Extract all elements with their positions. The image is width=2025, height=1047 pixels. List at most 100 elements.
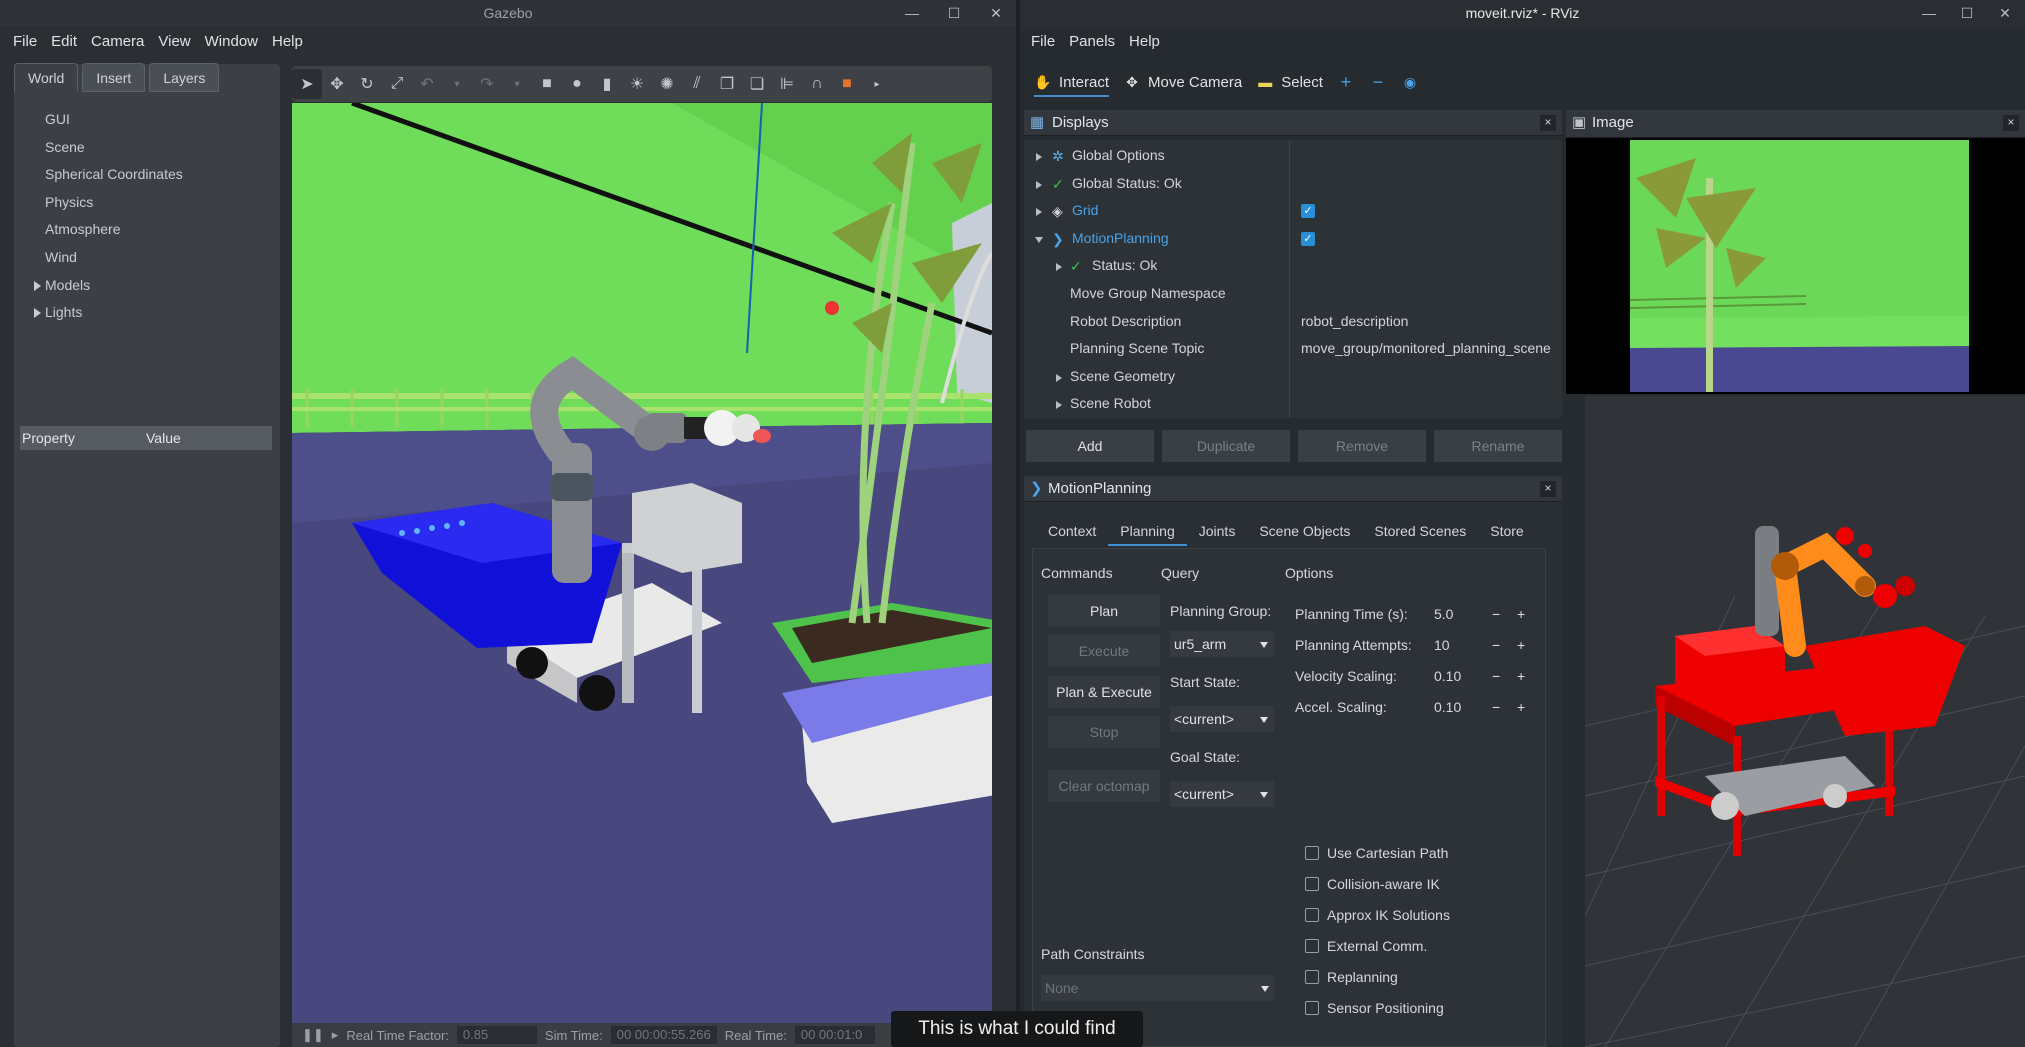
redo-dropdown-icon[interactable]: ▾: [502, 69, 532, 99]
tree-item-spherical-coordinates[interactable]: Spherical Coordinates: [34, 161, 183, 189]
menu-file[interactable]: File: [6, 33, 44, 50]
increment-icon[interactable]: +: [1517, 665, 1525, 687]
display-row-status[interactable]: ✓ Status: Ok: [1024, 252, 1562, 280]
select-tool[interactable]: ▬ Select: [1256, 73, 1323, 91]
scale-icon[interactable]: ⤢: [382, 69, 412, 99]
display-row-move-group-namespace[interactable]: Move Group Namespace: [1024, 280, 1562, 308]
snap-icon[interactable]: ∩: [802, 69, 832, 99]
maximize-icon[interactable]: ☐: [934, 0, 974, 26]
redo-icon[interactable]: ↷: [472, 69, 502, 99]
velocity-scaling-input[interactable]: 0.10: [1430, 665, 1488, 687]
minimize-icon[interactable]: —: [892, 0, 932, 26]
stop-button[interactable]: Stop: [1048, 716, 1160, 748]
planning-attempts-input[interactable]: 10: [1430, 634, 1488, 656]
close-icon[interactable]: ×: [1540, 115, 1556, 131]
menu-help[interactable]: Help: [1122, 33, 1167, 50]
tab-scene-objects[interactable]: Scene Objects: [1247, 516, 1362, 546]
close-icon[interactable]: ✕: [976, 0, 1016, 26]
plan-button[interactable]: Plan: [1048, 595, 1160, 627]
tree-item-physics[interactable]: Physics: [34, 189, 183, 217]
move-camera-tool[interactable]: ✥ Move Camera: [1123, 73, 1242, 91]
align-icon[interactable]: ⊫: [772, 69, 802, 99]
decrement-icon[interactable]: −: [1492, 603, 1500, 625]
menu-view[interactable]: View: [151, 33, 197, 50]
view-tool-button[interactable]: ◉: [1401, 73, 1419, 91]
motionplanning-enabled-checkbox[interactable]: ✓: [1301, 231, 1315, 246]
tab-joints[interactable]: Joints: [1187, 516, 1248, 546]
interact-tool[interactable]: ✋ Interact: [1034, 73, 1110, 97]
tree-item-wind[interactable]: Wind: [34, 244, 183, 272]
paste-icon[interactable]: ❏: [742, 69, 772, 99]
plan-and-execute-button[interactable]: Plan & Execute: [1048, 676, 1160, 708]
execute-button[interactable]: Execute: [1048, 635, 1160, 667]
display-value[interactable]: robot_description: [1301, 308, 1408, 336]
decrement-icon[interactable]: −: [1492, 696, 1500, 718]
display-value[interactable]: move_group/monitored_planning_scene: [1301, 335, 1551, 363]
decrement-icon[interactable]: −: [1492, 634, 1500, 656]
display-row-motionplanning[interactable]: ❯ MotionPlanning ✓: [1024, 225, 1562, 253]
undo-icon[interactable]: ↶: [412, 69, 442, 99]
rename-button[interactable]: Rename: [1434, 430, 1562, 462]
translate-icon[interactable]: ✥: [322, 69, 352, 99]
menu-edit[interactable]: Edit: [44, 33, 84, 50]
decrement-icon[interactable]: −: [1492, 665, 1500, 687]
menu-camera[interactable]: Camera: [84, 33, 151, 50]
menu-window[interactable]: Window: [198, 33, 265, 50]
close-icon[interactable]: ×: [2003, 115, 2019, 131]
remove-tool-button[interactable]: −: [1369, 72, 1387, 92]
tree-item-scene[interactable]: Scene: [34, 134, 183, 162]
remove-button[interactable]: Remove: [1298, 430, 1426, 462]
accel-scaling-input[interactable]: 0.10: [1430, 696, 1488, 718]
path-constraints-select[interactable]: None: [1041, 975, 1275, 1001]
display-row-global-status[interactable]: ✓ Global Status: Ok: [1024, 170, 1562, 198]
tab-context[interactable]: Context: [1036, 516, 1108, 546]
cylinder-icon[interactable]: ▮: [592, 69, 622, 99]
tab-stored-states[interactable]: Store: [1478, 516, 1535, 546]
clear-octomap-button[interactable]: Clear octomap: [1048, 770, 1160, 802]
minimize-icon[interactable]: —: [1909, 0, 1949, 26]
box-icon[interactable]: ■: [532, 69, 562, 99]
directional-light-icon[interactable]: ⫽: [682, 69, 712, 99]
close-icon[interactable]: ×: [1540, 481, 1556, 497]
tree-item-atmosphere[interactable]: Atmosphere: [34, 216, 183, 244]
menu-file[interactable]: File: [1024, 33, 1062, 50]
select-arrow-icon[interactable]: ➤: [292, 69, 322, 99]
increment-icon[interactable]: +: [1517, 696, 1525, 718]
tree-item-lights[interactable]: Lights: [34, 299, 183, 327]
display-row-robot-description[interactable]: Robot Description robot_description: [1024, 308, 1562, 336]
increment-icon[interactable]: +: [1517, 634, 1525, 656]
planning-time-input[interactable]: 5.0: [1430, 603, 1488, 625]
undo-dropdown-icon[interactable]: ▾: [442, 69, 472, 99]
pause-icon[interactable]: ❚❚: [302, 1027, 324, 1043]
add-button[interactable]: Add: [1026, 430, 1154, 462]
tree-item-models[interactable]: Models: [34, 272, 183, 300]
rotate-icon[interactable]: ↻: [352, 69, 382, 99]
orange-box-icon[interactable]: ■: [832, 69, 862, 99]
duplicate-button[interactable]: Duplicate: [1162, 430, 1290, 462]
copy-icon[interactable]: ❐: [712, 69, 742, 99]
menu-help[interactable]: Help: [265, 33, 310, 50]
increment-icon[interactable]: +: [1517, 603, 1525, 625]
rviz-3d-view[interactable]: [1584, 396, 2025, 1047]
grid-enabled-checkbox[interactable]: ✓: [1301, 204, 1315, 219]
maximize-icon[interactable]: ☐: [1947, 0, 1987, 26]
gazebo-3d-viewport[interactable]: [292, 103, 992, 1023]
tab-stored-scenes[interactable]: Stored Scenes: [1362, 516, 1478, 546]
planning-group-select[interactable]: ur5_arm: [1170, 631, 1274, 657]
menu-panels[interactable]: Panels: [1062, 33, 1122, 50]
tab-insert[interactable]: Insert: [82, 63, 146, 92]
sphere-icon[interactable]: ●: [562, 69, 592, 99]
spot-light-icon[interactable]: ✺: [652, 69, 682, 99]
tab-world[interactable]: World: [14, 63, 79, 92]
display-row-global-options[interactable]: ✲ Global Options: [1024, 142, 1562, 170]
point-light-icon[interactable]: ☀: [622, 69, 652, 99]
start-state-select[interactable]: <current>: [1170, 706, 1274, 732]
add-tool-button[interactable]: +: [1337, 72, 1355, 92]
display-row-grid[interactable]: ◈ Grid ✓: [1024, 197, 1562, 225]
tree-item-gui[interactable]: GUI: [34, 106, 183, 134]
display-row-scene-robot[interactable]: Scene Robot: [1024, 390, 1562, 418]
goal-state-select[interactable]: <current>: [1170, 781, 1274, 807]
display-row-scene-geometry[interactable]: Scene Geometry: [1024, 363, 1562, 391]
close-icon[interactable]: ✕: [1985, 0, 2025, 26]
display-row-planning-scene-topic[interactable]: Planning Scene Topic move_group/monitore…: [1024, 335, 1562, 363]
